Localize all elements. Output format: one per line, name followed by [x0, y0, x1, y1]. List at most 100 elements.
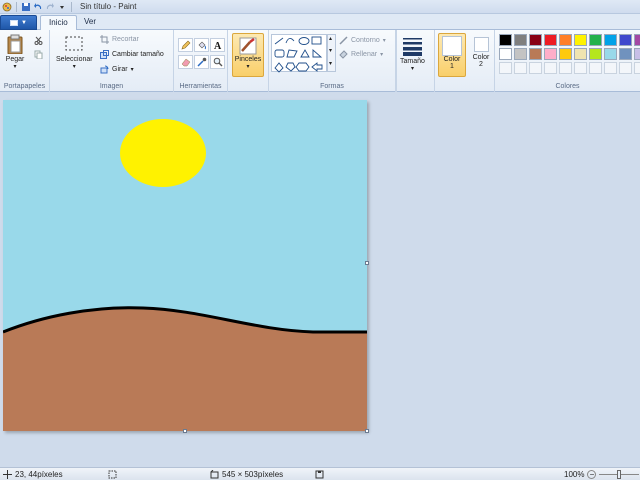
- zoom-level: 100%: [564, 470, 585, 479]
- custom-color-swatch[interactable]: [529, 62, 542, 74]
- color-swatch[interactable]: [619, 34, 632, 46]
- color-swatch[interactable]: [619, 48, 632, 60]
- custom-color-swatch[interactable]: [499, 62, 512, 74]
- resize-button[interactable]: Cambiar tamaño: [100, 50, 164, 59]
- select-button[interactable]: Seleccionar ▾: [56, 34, 93, 70]
- color-swatch[interactable]: [544, 34, 557, 46]
- window-title: Sin título - Paint: [80, 2, 137, 11]
- color-swatch[interactable]: [559, 48, 572, 60]
- chevron-down-icon: ▾: [382, 38, 386, 44]
- pencil-tool[interactable]: [178, 38, 193, 52]
- save-icon[interactable]: [21, 2, 31, 12]
- cursor-position-text: 23, 44píxeles: [15, 470, 63, 479]
- color-swatch[interactable]: [604, 34, 617, 46]
- custom-color-swatch[interactable]: [589, 62, 602, 74]
- brushes-label: Pinceles: [234, 56, 262, 63]
- color-swatch[interactable]: [514, 34, 527, 46]
- group-portapapeles: Pegar ▾ Portapapeles: [0, 30, 50, 92]
- color1-button[interactable]: Color 1: [438, 33, 466, 77]
- group-label: Formas: [320, 83, 344, 90]
- zoom-out-icon[interactable]: −: [587, 470, 597, 479]
- color-swatch[interactable]: [634, 34, 640, 46]
- color-swatch[interactable]: [634, 48, 640, 60]
- crop-button[interactable]: Recortar: [100, 35, 139, 44]
- color2-button[interactable]: Color 2: [469, 37, 493, 77]
- resize-handle-right[interactable]: [365, 261, 369, 265]
- image-size: 545 × 503píxeles: [210, 470, 283, 479]
- color-swatch[interactable]: [499, 48, 512, 60]
- disk-icon: [315, 470, 324, 479]
- custom-color-swatch[interactable]: [574, 62, 587, 74]
- color-swatch[interactable]: [514, 48, 527, 60]
- image-size-text: 545 × 503píxeles: [222, 470, 284, 479]
- paint-app-icon[interactable]: [2, 2, 12, 12]
- color-swatch[interactable]: [589, 34, 602, 46]
- zoom-slider-thumb[interactable]: [617, 470, 622, 479]
- resize-handle-bottom[interactable]: [183, 429, 187, 433]
- color2-swatch: [473, 37, 489, 52]
- color-swatch[interactable]: [574, 48, 587, 60]
- resize-handle-corner[interactable]: [365, 429, 369, 433]
- color-swatch[interactable]: [529, 34, 542, 46]
- document-icon: [10, 19, 19, 26]
- drawing-svg: [3, 100, 367, 431]
- file-menu-button[interactable]: ▼: [0, 15, 37, 30]
- selection-rectangle-icon: [65, 36, 83, 51]
- custom-color-swatch[interactable]: [634, 62, 640, 74]
- resize-icon: [100, 50, 109, 59]
- eraser-tool[interactable]: [178, 55, 193, 69]
- copy-icon[interactable]: [34, 50, 43, 60]
- custom-color-swatch[interactable]: [559, 62, 572, 74]
- tab-ver[interactable]: Ver: [76, 15, 104, 31]
- eraser-icon: [181, 58, 190, 67]
- svg-text:A: A: [214, 41, 222, 50]
- text-tool[interactable]: A: [210, 38, 225, 52]
- size-label: Tamaño: [400, 58, 425, 65]
- color-swatch[interactable]: [604, 48, 617, 60]
- shapes-gallery[interactable]: [271, 34, 327, 73]
- magnifier-tool[interactable]: [210, 55, 225, 69]
- drawing-canvas[interactable]: [3, 100, 367, 431]
- selection-size: [108, 470, 117, 479]
- undo-icon[interactable]: [33, 2, 43, 12]
- color-swatch[interactable]: [499, 34, 512, 46]
- custom-color-swatch[interactable]: [544, 62, 557, 74]
- clipboard-icon: [7, 34, 23, 54]
- group-colores: Colores: [494, 30, 640, 92]
- image-size-icon: [210, 470, 219, 479]
- tab-inicio[interactable]: Inicio: [40, 15, 77, 31]
- customize-toolbar-icon[interactable]: [57, 2, 67, 12]
- cut-icon[interactable]: [34, 36, 43, 45]
- color-swatch[interactable]: [529, 48, 542, 60]
- color1-number: 1: [450, 63, 454, 70]
- outline-icon: [339, 36, 348, 45]
- group-label: Portapapeles: [3, 83, 46, 90]
- color2-label: Color: [472, 54, 490, 61]
- ribbon: Pegar ▾ Portapapeles Seleccionar ▾ Recor…: [0, 30, 640, 92]
- chevron-down-icon: ▼: [21, 19, 27, 26]
- shapes-scroll[interactable]: ▴ ▾ ▾: [327, 34, 336, 72]
- color-swatch[interactable]: [589, 48, 602, 60]
- outline-button[interactable]: Contorno ▾: [339, 36, 386, 45]
- paste-button[interactable]: Pegar ▾: [5, 34, 25, 70]
- color1-label: Color: [443, 56, 461, 63]
- zoom-slider[interactable]: [599, 470, 640, 479]
- canvas-area[interactable]: [0, 92, 640, 467]
- magnifier-icon: [213, 57, 222, 67]
- color-swatch[interactable]: [544, 48, 557, 60]
- custom-color-swatch[interactable]: [619, 62, 632, 74]
- color-picker-tool[interactable]: [194, 55, 209, 69]
- rotate-button[interactable]: Girar ▾: [100, 65, 134, 74]
- redo-icon[interactable]: [45, 2, 55, 12]
- chevron-down-icon: ▾: [130, 67, 134, 73]
- fill-tool[interactable]: [194, 38, 209, 52]
- chevron-down-icon: ▾: [329, 48, 333, 54]
- resize-label: Cambiar tamaño: [112, 51, 164, 58]
- custom-color-swatch[interactable]: [604, 62, 617, 74]
- color-swatch[interactable]: [574, 34, 587, 46]
- brushes-button[interactable]: Pinceles ▾: [232, 33, 264, 77]
- custom-color-swatch[interactable]: [514, 62, 527, 74]
- fill-button[interactable]: Rellenar ▾: [339, 50, 383, 59]
- color-swatch[interactable]: [559, 34, 572, 46]
- size-button[interactable]: Tamaño ▾: [400, 36, 425, 72]
